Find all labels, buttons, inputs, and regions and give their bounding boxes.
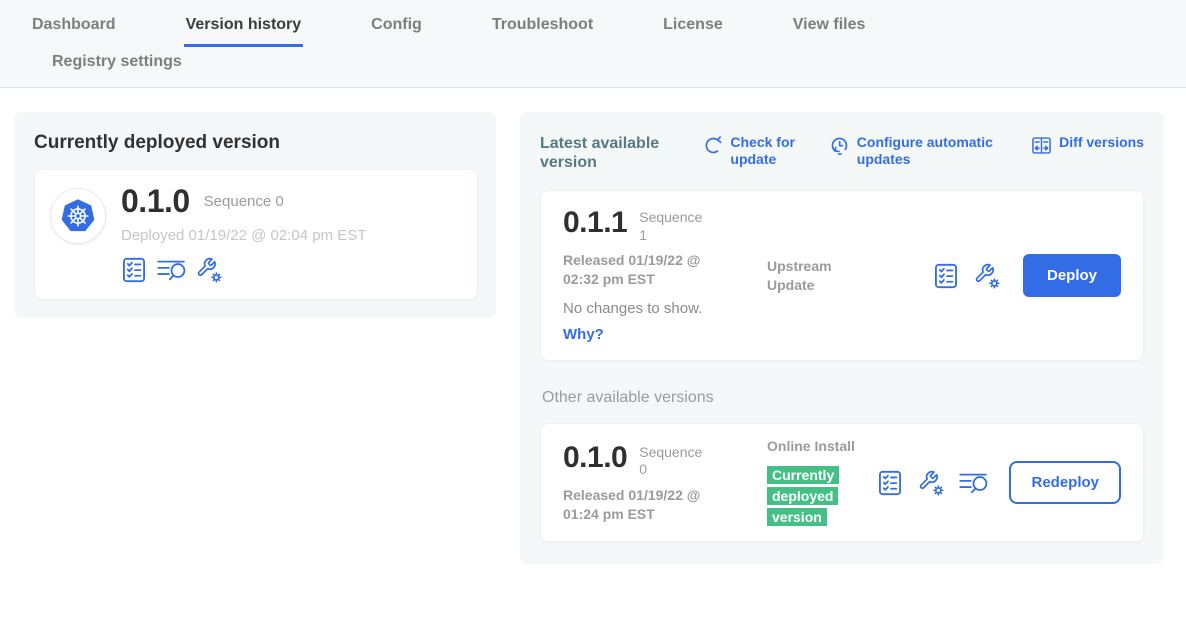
top-navigation: Dashboard Version history Config Trouble… xyxy=(0,0,1186,88)
kubernetes-logo-icon xyxy=(50,188,106,244)
latest-version-number: 0.1.1 xyxy=(563,207,627,239)
main-content: Currently deployed version 0.1.0 Sequenc… xyxy=(0,88,1186,564)
check-for-update-label: Check for update xyxy=(730,134,806,168)
secondary-tab-row: Registry settings xyxy=(0,53,1186,87)
currently-deployed-badge: Currently deployed version xyxy=(767,466,839,526)
deployed-sequence-label: Sequence 0 xyxy=(204,193,284,210)
tab-config[interactable]: Config xyxy=(369,16,424,47)
config-wrench-icon[interactable] xyxy=(196,257,222,283)
other-version-info: 0.1.0 Sequence 0 Released 01/19/22 @ 01:… xyxy=(563,442,761,524)
tab-troubleshoot[interactable]: Troubleshoot xyxy=(490,16,595,47)
latest-version-actions: Deploy xyxy=(933,254,1121,297)
why-link[interactable]: Why? xyxy=(563,326,604,343)
config-wrench-icon[interactable] xyxy=(974,263,1000,289)
tab-license[interactable]: License xyxy=(661,16,725,47)
available-versions-panel: Latest available version Check for updat… xyxy=(520,112,1164,564)
other-version-number: 0.1.0 xyxy=(563,442,627,474)
checklist-icon[interactable] xyxy=(933,263,959,289)
deployed-version-details: 0.1.0 Sequence 0 Deployed 01/19/22 @ 02:… xyxy=(121,185,366,283)
checklist-icon[interactable] xyxy=(877,470,903,496)
deployed-version-row: 0.1.0 Sequence 0 xyxy=(121,185,366,219)
tab-dashboard[interactable]: Dashboard xyxy=(30,16,118,47)
currently-deployed-panel: Currently deployed version 0.1.0 Sequenc… xyxy=(14,112,496,318)
online-install-label: Online Install xyxy=(767,437,861,456)
latest-version-info: 0.1.1 Sequence 1 Released 01/19/22 @ 02:… xyxy=(563,207,761,344)
latest-version-card: 0.1.1 Sequence 1 Released 01/19/22 @ 02:… xyxy=(540,190,1144,361)
deployed-action-icons xyxy=(121,257,366,283)
tab-version-history[interactable]: Version history xyxy=(184,16,304,47)
other-version-card: 0.1.0 Sequence 0 Released 01/19/22 @ 01:… xyxy=(540,423,1144,542)
other-sequence-label: Sequence 0 xyxy=(639,444,705,479)
latest-released-timestamp: Released 01/19/22 @ 02:32 pm EST xyxy=(563,251,739,289)
diff-versions-link[interactable]: Diff versions xyxy=(1031,134,1144,156)
upstream-update-label: Upstream Update xyxy=(767,257,861,295)
deploy-button[interactable]: Deploy xyxy=(1023,254,1121,297)
latest-version-source: Upstream Update xyxy=(767,257,861,295)
latest-available-header: Latest available version Check for updat… xyxy=(540,132,1144,172)
checklist-icon[interactable] xyxy=(121,257,147,283)
deployed-version-number: 0.1.0 xyxy=(121,185,190,219)
latest-available-title: Latest available version xyxy=(540,134,680,172)
redeploy-button[interactable]: Redeploy xyxy=(1009,461,1121,504)
deployed-version-card: 0.1.0 Sequence 0 Deployed 01/19/22 @ 02:… xyxy=(34,169,478,300)
diff-versions-label: Diff versions xyxy=(1059,134,1144,151)
other-version-source: Online Install Currently deployed versio… xyxy=(767,437,861,528)
auto-update-icon xyxy=(829,135,850,156)
config-wrench-icon[interactable] xyxy=(918,470,944,496)
configure-automatic-updates-label: Configure automatic updates xyxy=(857,134,1009,168)
check-for-update-link[interactable]: Check for update xyxy=(702,134,806,168)
other-version-row: 0.1.0 Sequence 0 xyxy=(563,442,761,479)
other-available-versions-title: Other available versions xyxy=(542,389,1144,407)
latest-sequence-label: Sequence 1 xyxy=(639,209,705,244)
deploy-logs-icon[interactable] xyxy=(157,257,186,283)
deployed-timestamp: Deployed 01/19/22 @ 02:04 pm EST xyxy=(121,227,366,244)
currently-deployed-badge-wrap: Currently deployed version xyxy=(767,465,851,528)
tab-registry-settings[interactable]: Registry settings xyxy=(50,53,184,71)
tab-view-files[interactable]: View files xyxy=(791,16,868,47)
other-released-timestamp: Released 01/19/22 @ 01:24 pm EST xyxy=(563,486,739,524)
configure-automatic-updates-link[interactable]: Configure automatic updates xyxy=(829,134,1009,168)
currently-deployed-title: Currently deployed version xyxy=(34,132,478,154)
refresh-arrow-icon xyxy=(702,135,723,156)
primary-tab-row: Dashboard Version history Config Trouble… xyxy=(0,16,1186,47)
no-changes-note: No changes to show. xyxy=(563,300,761,317)
deploy-logs-icon[interactable] xyxy=(959,470,988,496)
diff-columns-icon xyxy=(1031,135,1052,156)
latest-version-row: 0.1.1 Sequence 1 xyxy=(563,207,761,244)
other-version-actions: Redeploy xyxy=(877,461,1121,504)
